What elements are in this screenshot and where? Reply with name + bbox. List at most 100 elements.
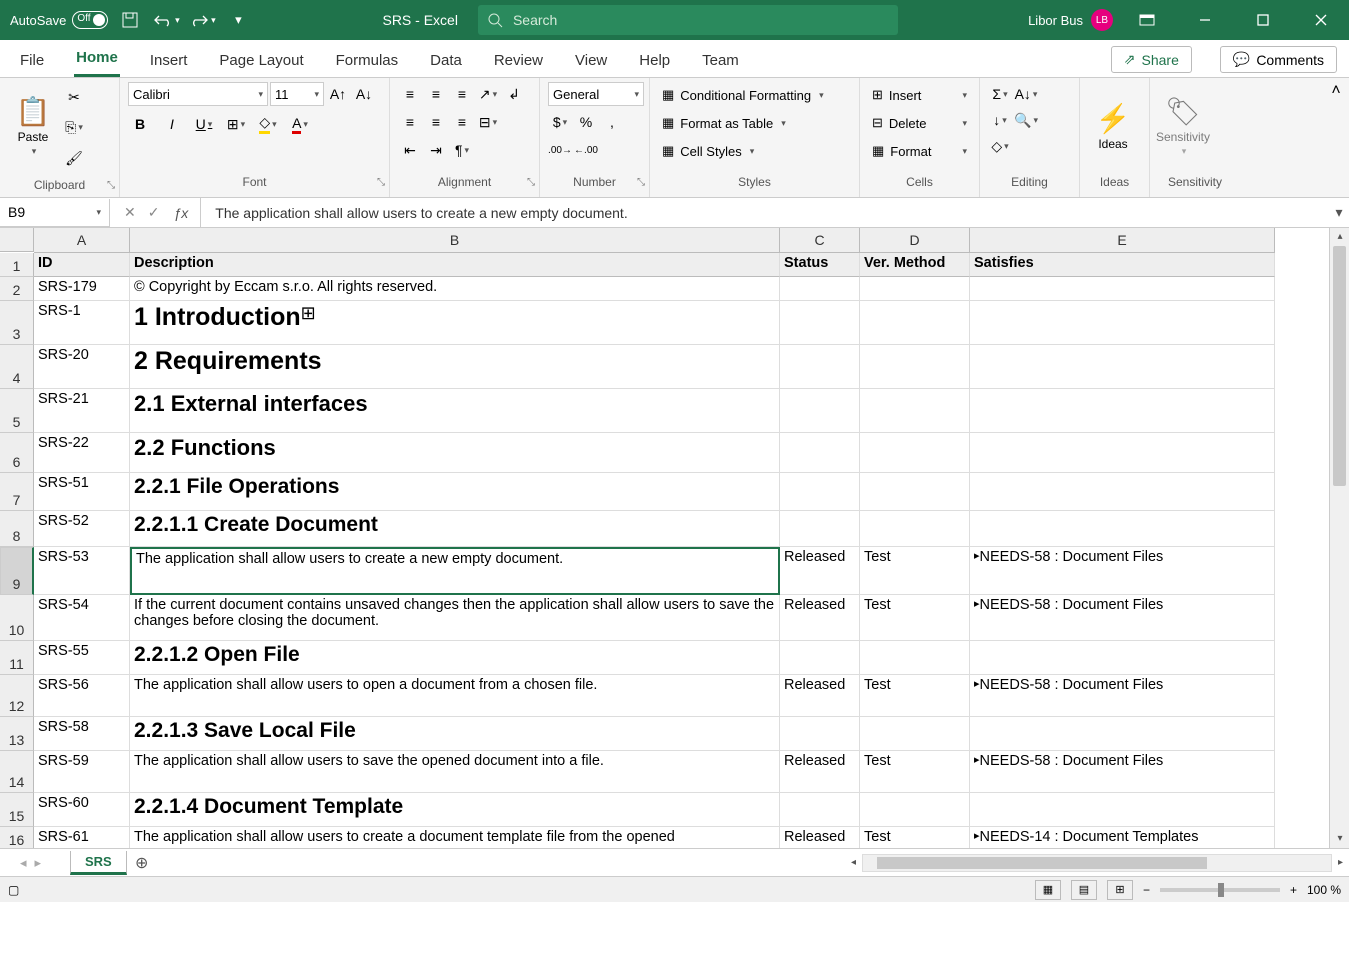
- cell[interactable]: Test: [860, 751, 970, 793]
- tab-insert[interactable]: Insert: [148, 46, 190, 77]
- cell[interactable]: NEEDS-58 : Document Files: [970, 595, 1275, 641]
- copy-icon[interactable]: ⎘▾: [62, 116, 86, 140]
- borders-icon[interactable]: ⊞▾: [224, 112, 248, 136]
- cut-icon[interactable]: ✂: [62, 85, 86, 109]
- cell[interactable]: [780, 345, 860, 389]
- cell[interactable]: SRS-59: [34, 751, 130, 793]
- cell[interactable]: 2.2.1.2 Open File: [130, 641, 780, 675]
- cancel-formula-icon[interactable]: ✕: [124, 204, 136, 221]
- autosave-toggle[interactable]: AutoSave Off: [10, 11, 108, 29]
- cell[interactable]: NEEDS-14 : Document Templates: [970, 827, 1275, 848]
- autosum-icon[interactable]: Σ▾: [988, 82, 1012, 106]
- cell[interactable]: SRS-51: [34, 473, 130, 511]
- zoom-out-icon[interactable]: −: [1143, 883, 1150, 897]
- font-color-icon[interactable]: A▾: [288, 112, 312, 136]
- format-painter-icon[interactable]: 🖌: [62, 147, 86, 171]
- cell[interactable]: [970, 277, 1275, 301]
- decrease-indent-icon[interactable]: ⇤: [398, 138, 422, 162]
- format-cells-button[interactable]: ▦Format▾: [868, 138, 971, 164]
- tab-team[interactable]: Team: [700, 46, 741, 77]
- decrease-font-icon[interactable]: A↓: [352, 82, 376, 106]
- col-header-e[interactable]: E: [970, 228, 1275, 253]
- cell[interactable]: SRS-22: [34, 433, 130, 473]
- row-header[interactable]: 2: [0, 277, 34, 301]
- scroll-thumb[interactable]: [1333, 246, 1346, 486]
- close-icon[interactable]: [1297, 0, 1345, 40]
- qat-customize-icon[interactable]: ▾: [224, 6, 252, 34]
- horizontal-scrollbar[interactable]: ◂ ▸: [753, 854, 1349, 872]
- redo-icon[interactable]: ▾: [188, 6, 216, 34]
- cell[interactable]: Released: [780, 595, 860, 641]
- col-header-a[interactable]: A: [34, 228, 130, 253]
- font-size-select[interactable]: 11▾: [270, 82, 324, 106]
- cell[interactable]: Test: [860, 547, 970, 595]
- row-header[interactable]: 10: [0, 595, 34, 641]
- cell[interactable]: [780, 641, 860, 675]
- cell[interactable]: [860, 433, 970, 473]
- align-center-icon[interactable]: ≡: [424, 110, 448, 134]
- collapse-ribbon-icon[interactable]: ˄: [1323, 78, 1349, 104]
- cell[interactable]: SRS-56: [34, 675, 130, 717]
- cell[interactable]: SRS-55: [34, 641, 130, 675]
- ideas-button[interactable]: ⚡Ideas: [1088, 82, 1138, 170]
- scroll-down-icon[interactable]: ▾: [1330, 830, 1349, 848]
- fill-icon[interactable]: ↓▾: [988, 108, 1012, 132]
- cell[interactable]: Released: [780, 751, 860, 793]
- formula-text[interactable]: The application shall allow users to cre…: [201, 205, 1329, 221]
- cell[interactable]: 2.2.1.3 Save Local File: [130, 717, 780, 751]
- minimize-icon[interactable]: [1181, 0, 1229, 40]
- cell[interactable]: [970, 345, 1275, 389]
- align-middle-icon[interactable]: ≡: [424, 82, 448, 106]
- decrease-decimal-icon[interactable]: ←.00: [574, 138, 598, 162]
- fill-color-icon[interactable]: ◇▾: [256, 112, 280, 136]
- row-header[interactable]: 16: [0, 827, 34, 848]
- header-status[interactable]: Status: [780, 253, 860, 277]
- align-left-icon[interactable]: ≡: [398, 110, 422, 134]
- save-icon[interactable]: [116, 6, 144, 34]
- zoom-level[interactable]: 100 %: [1307, 883, 1341, 897]
- cell[interactable]: The application shall allow users to cre…: [130, 827, 780, 848]
- increase-decimal-icon[interactable]: .00→: [548, 138, 572, 162]
- font-name-select[interactable]: Calibri▾: [128, 82, 268, 106]
- number-format-select[interactable]: General▾: [548, 82, 644, 106]
- cell[interactable]: [860, 511, 970, 547]
- cell[interactable]: [970, 433, 1275, 473]
- cell[interactable]: If the current document contains unsaved…: [130, 595, 780, 641]
- dialog-launcher-icon[interactable]: ⤡: [107, 180, 115, 191]
- col-header-b[interactable]: B: [130, 228, 780, 253]
- cell[interactable]: [860, 717, 970, 751]
- cell[interactable]: Released: [780, 827, 860, 848]
- cell[interactable]: [780, 511, 860, 547]
- header-satisfies[interactable]: Satisfies: [970, 253, 1275, 277]
- insert-cells-button[interactable]: ⊞Insert▾: [868, 82, 971, 108]
- cell[interactable]: 2.2.1.1 Create Document: [130, 511, 780, 547]
- cell[interactable]: Test: [860, 827, 970, 848]
- align-top-icon[interactable]: ≡: [398, 82, 422, 106]
- align-bottom-icon[interactable]: ≡: [450, 82, 474, 106]
- header-description[interactable]: Description: [130, 253, 780, 277]
- align-right-icon[interactable]: ≡: [450, 110, 474, 134]
- row-header[interactable]: 13: [0, 717, 34, 751]
- col-header-d[interactable]: D: [860, 228, 970, 253]
- row-header[interactable]: 9: [0, 547, 34, 595]
- cell[interactable]: [970, 717, 1275, 751]
- accounting-icon[interactable]: $▾: [548, 110, 572, 134]
- cell[interactable]: [860, 793, 970, 827]
- cell[interactable]: SRS-179: [34, 277, 130, 301]
- find-icon[interactable]: 🔍▾: [1014, 108, 1038, 132]
- name-box[interactable]: B9▾: [0, 199, 110, 227]
- comments-button[interactable]: 💬Comments: [1220, 46, 1337, 73]
- paste-button[interactable]: 📋 Paste▾: [8, 82, 58, 170]
- cell[interactable]: SRS-54: [34, 595, 130, 641]
- sheet-nav-prev-icon[interactable]: ◂: [20, 855, 27, 871]
- cell[interactable]: [780, 301, 860, 345]
- merge-icon[interactable]: ⊟▾: [476, 110, 500, 134]
- cell[interactable]: 2.1 External interfaces: [130, 389, 780, 433]
- rtl-icon[interactable]: ¶▾: [450, 138, 474, 162]
- increase-indent-icon[interactable]: ⇥: [424, 138, 448, 162]
- cell[interactable]: [970, 301, 1275, 345]
- cell[interactable]: 2 Requirements: [130, 345, 780, 389]
- cell[interactable]: [860, 641, 970, 675]
- tab-review[interactable]: Review: [492, 46, 545, 77]
- increase-font-icon[interactable]: A↑: [326, 82, 350, 106]
